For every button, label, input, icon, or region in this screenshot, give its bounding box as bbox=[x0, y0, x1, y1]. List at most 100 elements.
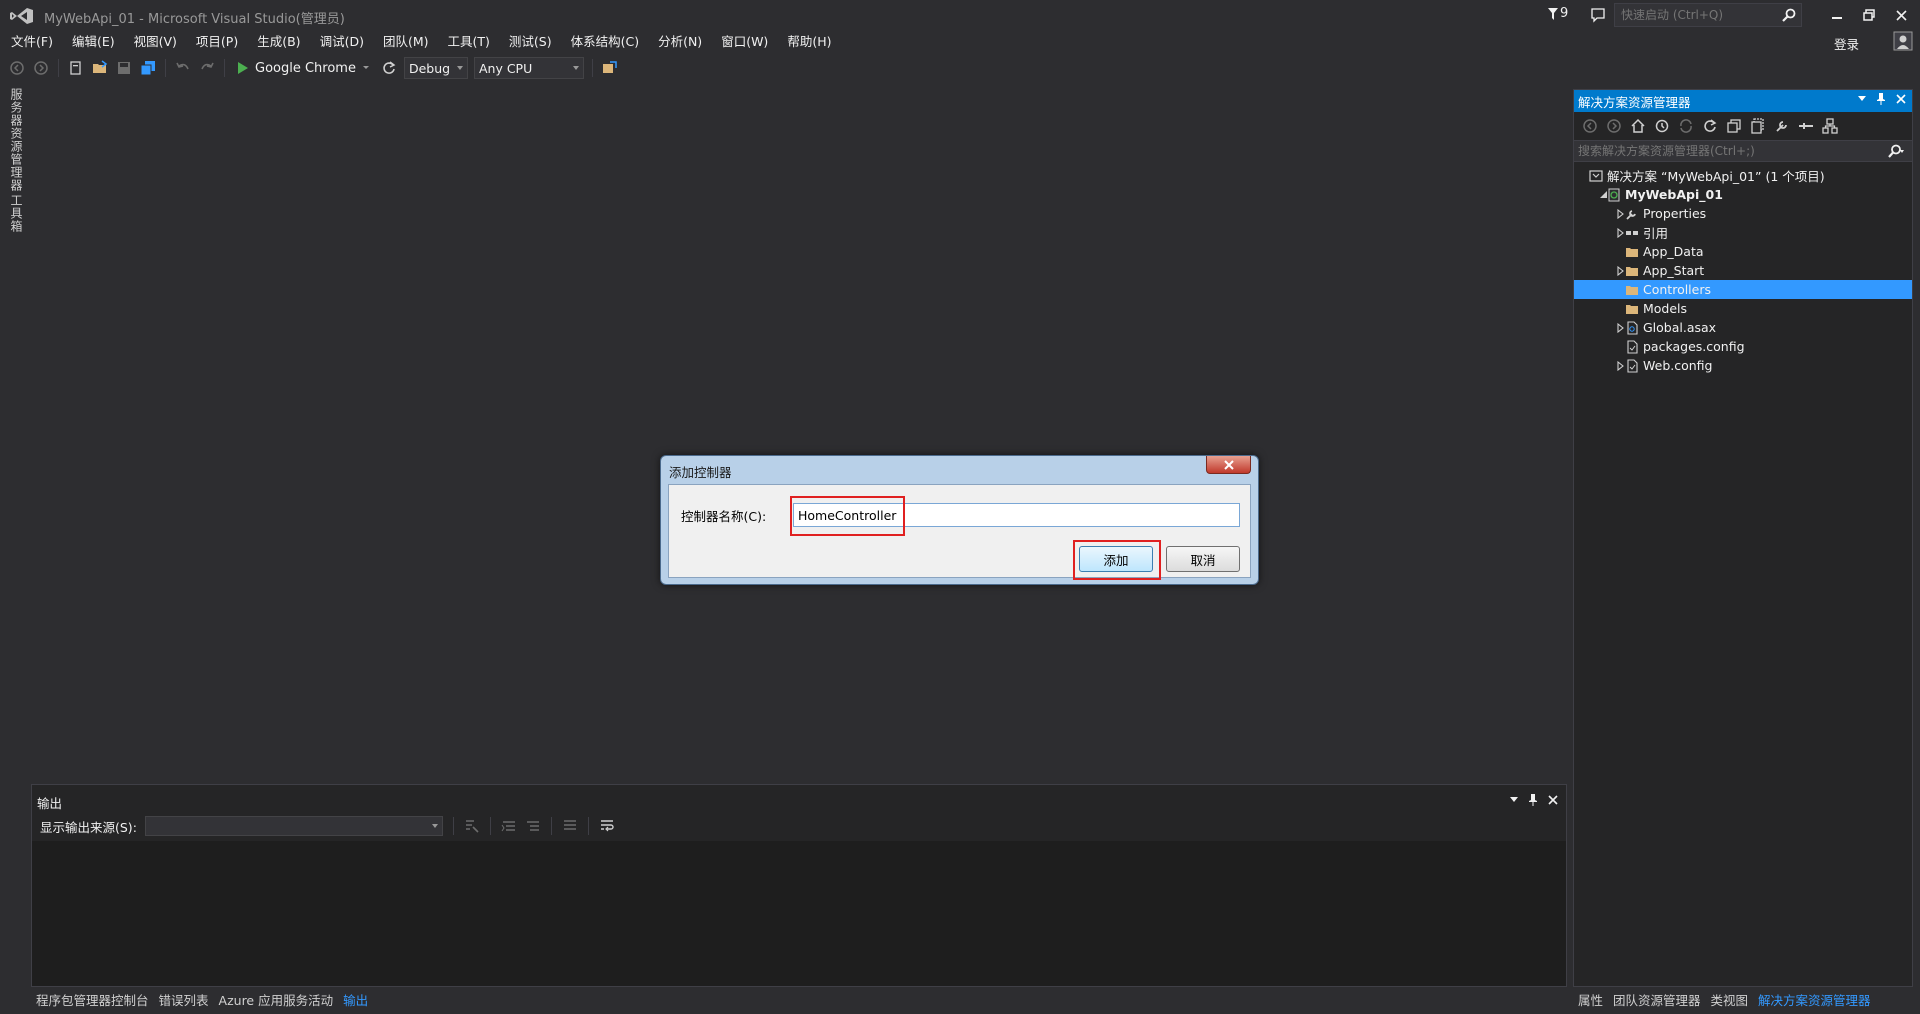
tab-azure-activity[interactable]: Azure 应用服务活动 bbox=[214, 990, 339, 1009]
server-explorer-tab[interactable]: 服务器资源管理器 bbox=[8, 88, 25, 192]
tab-properties[interactable]: 属性 bbox=[1573, 990, 1608, 1009]
chevron-down-icon bbox=[362, 66, 369, 69]
tree-item[interactable]: 引用 bbox=[1574, 223, 1912, 242]
redo-icon[interactable] bbox=[198, 59, 216, 77]
tree-item[interactable]: 解决方案 “MyWebApi_01” (1 个项目) bbox=[1574, 166, 1912, 185]
close-icon bbox=[1895, 9, 1907, 21]
previous-message-icon[interactable] bbox=[501, 818, 517, 834]
user-avatar-icon[interactable] bbox=[1893, 31, 1913, 51]
left-tool-strip: 服务器资源管理器 工具箱 bbox=[0, 84, 26, 1014]
restore-button[interactable] bbox=[1856, 4, 1882, 26]
menu-debug[interactable]: 调试(D) bbox=[309, 32, 372, 52]
panel-menu-icon[interactable] bbox=[1510, 797, 1518, 803]
menu-view[interactable]: 视图(V) bbox=[123, 32, 185, 52]
standard-toolbar: Google Chrome Debug Any CPU bbox=[8, 56, 619, 80]
menu-window[interactable]: 窗口(W) bbox=[710, 32, 776, 52]
word-wrap-icon[interactable] bbox=[599, 818, 615, 834]
forward-icon[interactable] bbox=[1606, 118, 1622, 134]
notification-button[interactable]: 9 bbox=[1548, 6, 1568, 21]
menu-edit[interactable]: 编辑(E) bbox=[61, 32, 123, 52]
tab-output[interactable]: 输出 bbox=[338, 990, 373, 1009]
menu-team[interactable]: 团队(M) bbox=[372, 32, 437, 52]
tab-error-list[interactable]: 错误列表 bbox=[154, 990, 214, 1009]
folder-icon bbox=[1624, 263, 1640, 279]
properties-wrench-icon[interactable] bbox=[1774, 118, 1790, 134]
class-diagram-icon[interactable] bbox=[1822, 118, 1838, 134]
back-icon[interactable] bbox=[1582, 118, 1598, 134]
panel-menu-icon[interactable] bbox=[1858, 96, 1866, 102]
close-icon[interactable] bbox=[1548, 795, 1558, 805]
solution-search-input[interactable] bbox=[1574, 141, 1874, 161]
tab-class-view[interactable]: 类视图 bbox=[1706, 990, 1754, 1009]
tab-team-explorer[interactable]: 团队资源管理器 bbox=[1608, 990, 1706, 1009]
tree-item[interactable]: App_Start bbox=[1574, 261, 1912, 280]
tree-item-label: Controllers bbox=[1643, 282, 1711, 297]
find-message-icon[interactable] bbox=[464, 818, 480, 834]
toolbox-tab[interactable]: 工具箱 bbox=[8, 194, 25, 233]
history-icon[interactable] bbox=[1654, 118, 1670, 134]
output-text-area[interactable] bbox=[32, 841, 1566, 986]
dialog-close-button[interactable] bbox=[1206, 456, 1251, 474]
annotation-highlight-add bbox=[1073, 540, 1161, 580]
menu-architecture[interactable]: 体系结构(C) bbox=[560, 32, 647, 52]
menu-build[interactable]: 生成(B) bbox=[246, 32, 308, 52]
cancel-button[interactable]: 取消 bbox=[1166, 546, 1240, 572]
quick-launch[interactable] bbox=[1614, 3, 1802, 27]
output-source-select[interactable] bbox=[144, 816, 443, 836]
solution-explorer-header: 解决方案资源管理器 bbox=[1574, 90, 1912, 112]
tree-item[interactable]: Global.asax bbox=[1574, 318, 1912, 337]
browser-link-icon[interactable] bbox=[601, 59, 619, 77]
home-icon[interactable] bbox=[1630, 118, 1646, 134]
show-all-files-icon[interactable] bbox=[1750, 118, 1766, 134]
feedback-icon[interactable] bbox=[1590, 7, 1606, 23]
tree-item[interactable]: Web.config bbox=[1574, 356, 1912, 375]
toolbar-separator bbox=[587, 817, 589, 835]
folder-icon bbox=[1624, 282, 1640, 298]
output-title: 输出 bbox=[37, 795, 63, 811]
tree-item[interactable]: Models bbox=[1574, 299, 1912, 318]
solution-search-box[interactable] bbox=[1574, 140, 1912, 162]
tree-item[interactable]: MyWebApi_01 bbox=[1574, 185, 1912, 204]
open-folder-icon[interactable] bbox=[91, 59, 109, 77]
tree-item[interactable]: Properties bbox=[1574, 204, 1912, 223]
preview-icon[interactable] bbox=[1798, 118, 1814, 134]
navigate-back-icon[interactable] bbox=[8, 59, 26, 77]
refresh-icon[interactable] bbox=[380, 59, 398, 77]
tree-item[interactable]: packages.config bbox=[1574, 337, 1912, 356]
next-message-icon[interactable] bbox=[525, 818, 541, 834]
collapse-all-icon[interactable] bbox=[1726, 118, 1742, 134]
pin-icon[interactable] bbox=[1528, 794, 1538, 806]
toolbar-separator bbox=[224, 59, 225, 77]
new-project-icon[interactable] bbox=[67, 59, 85, 77]
login-link[interactable]: 登录 bbox=[1834, 34, 1859, 53]
tab-package-manager-console[interactable]: 程序包管理器控制台 bbox=[31, 990, 154, 1009]
menu-analyze[interactable]: 分析(N) bbox=[647, 32, 710, 52]
save-icon[interactable] bbox=[115, 59, 133, 77]
navigate-forward-icon[interactable] bbox=[32, 59, 50, 77]
clear-all-icon[interactable] bbox=[562, 818, 578, 834]
pin-icon[interactable] bbox=[1876, 93, 1886, 105]
tab-solution-explorer[interactable]: 解决方案资源管理器 bbox=[1753, 990, 1876, 1009]
menu-tools[interactable]: 工具(T) bbox=[437, 32, 498, 52]
configuration-select[interactable]: Debug bbox=[403, 57, 468, 79]
menu-file[interactable]: 文件(F) bbox=[0, 32, 61, 52]
save-all-icon[interactable] bbox=[139, 59, 157, 77]
menu-help[interactable]: 帮助(H) bbox=[776, 32, 839, 52]
tree-item[interactable]: App_Data bbox=[1574, 242, 1912, 261]
undo-icon[interactable] bbox=[174, 59, 192, 77]
platform-select[interactable]: Any CPU bbox=[473, 57, 584, 79]
toolbar-separator bbox=[165, 59, 166, 77]
sync-icon[interactable] bbox=[1678, 118, 1694, 134]
tree-item[interactable]: Controllers bbox=[1574, 280, 1912, 299]
annotation-highlight-input bbox=[790, 496, 905, 536]
start-debugging-button[interactable]: Google Chrome bbox=[233, 57, 374, 79]
close-icon[interactable] bbox=[1896, 94, 1906, 104]
bottom-panel-tabs: 程序包管理器控制台 错误列表 Azure 应用服务活动 输出 bbox=[31, 988, 373, 1010]
close-window-button[interactable] bbox=[1888, 4, 1914, 26]
minimize-button[interactable] bbox=[1824, 4, 1850, 26]
refresh-icon[interactable] bbox=[1702, 118, 1718, 134]
search-icon bbox=[1888, 144, 1904, 158]
menu-project[interactable]: 项目(P) bbox=[185, 32, 246, 52]
menu-test[interactable]: 测试(S) bbox=[498, 32, 560, 52]
quick-launch-input[interactable] bbox=[1615, 4, 1775, 26]
